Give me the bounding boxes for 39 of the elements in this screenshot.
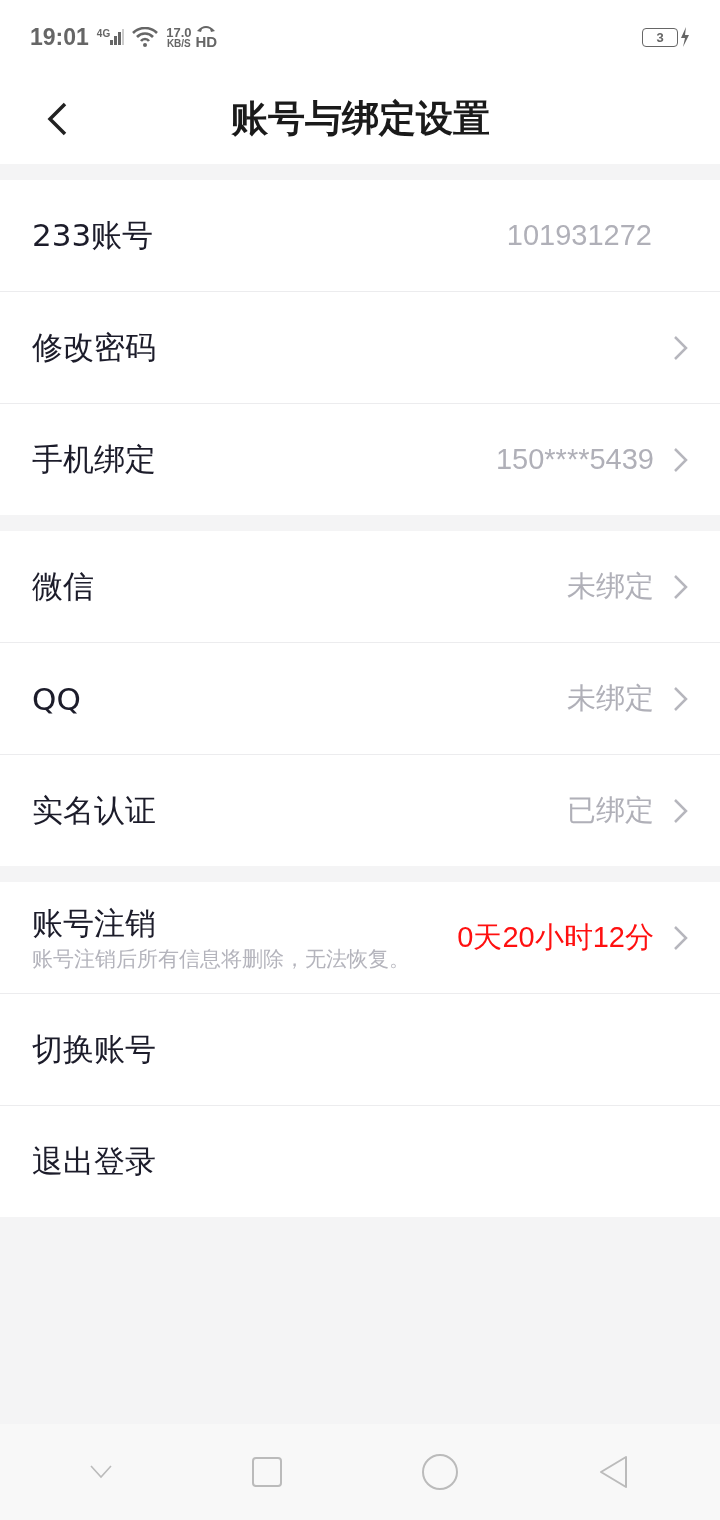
row-value: 0天20小时12分 — [457, 919, 654, 955]
row-value: 101931272 — [506, 219, 652, 252]
settings-row[interactable]: QQ 未绑定 — [0, 643, 720, 755]
row-label: 退出登录 — [32, 1141, 157, 1181]
row-label: 233账号 — [32, 215, 155, 255]
row-value: 150****5439 — [495, 443, 654, 476]
settings-row[interactable]: 微信 未绑定 — [0, 531, 720, 643]
row-label: 修改密码 — [32, 327, 157, 367]
row-label: QQ — [32, 680, 82, 717]
row-value: 未绑定 — [567, 680, 654, 716]
settings-row[interactable]: 修改密码 — [0, 292, 720, 404]
status-time: 19:01 — [30, 23, 89, 51]
phone-icon — [196, 24, 217, 33]
row-value: 未绑定 — [567, 568, 654, 604]
settings-row[interactable]: 退出登录 — [0, 1106, 720, 1217]
settings-row[interactable]: 233账号 101931272 — [0, 180, 720, 292]
row-description: 账号注销后所有信息将删除，无法恢复。 — [32, 946, 411, 973]
home-icon[interactable] — [422, 1454, 458, 1490]
row-label: 实名认证 — [32, 790, 157, 830]
battery-level: 3 — [642, 27, 678, 47]
row-label: 切换账号 — [32, 1029, 157, 1069]
settings-row[interactable]: 切换账号 — [0, 994, 720, 1106]
settings-row[interactable]: 实名认证 已绑定 — [0, 755, 720, 866]
hd-label: HD — [195, 33, 218, 50]
settings-row[interactable]: 手机绑定 150****5439 — [0, 404, 720, 515]
row-value: 已绑定 — [567, 792, 654, 828]
network-speed: 17.0 — [166, 25, 192, 39]
back-icon[interactable] — [598, 1455, 630, 1489]
settings-row[interactable]: 账号注销 账号注销后所有信息将删除，无法恢复。 0天20小时12分 — [0, 882, 720, 994]
speed-unit: KB/S — [166, 38, 191, 49]
signal-icon — [110, 29, 125, 45]
square-icon[interactable] — [252, 1457, 282, 1487]
chevron-down-icon[interactable] — [90, 1465, 112, 1479]
row-label: 账号注销 — [32, 903, 157, 943]
row-label: 微信 — [32, 566, 95, 606]
page-title: 账号与绑定设置 — [230, 96, 490, 142]
wifi-icon — [132, 27, 159, 47]
row-label: 手机绑定 — [32, 439, 157, 479]
network-type: 4G — [96, 29, 111, 39]
